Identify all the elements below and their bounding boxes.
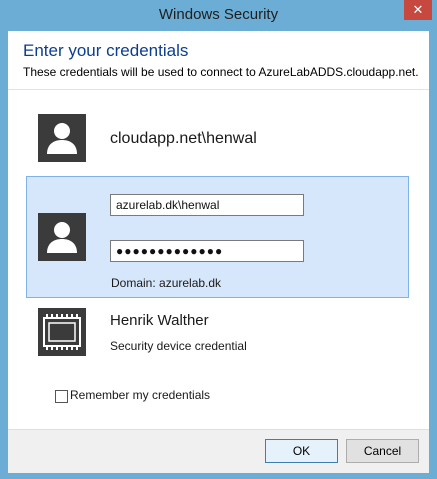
selected-credential-tile[interactable]: azurelab.dk\henwal ●●●●●●●●●●●●● Domain:… [26, 176, 409, 298]
cancel-button[interactable]: Cancel [346, 439, 419, 463]
page-title: Enter your credentials [23, 41, 189, 60]
security-dialog: Windows Security ✕ Enter your credential… [0, 0, 437, 479]
header-divider [8, 89, 429, 90]
page-subtitle: These credentials will be used to connec… [23, 65, 419, 79]
window-title: Windows Security [158, 6, 279, 23]
title-bar[interactable]: Windows Security ✕ [0, 0, 437, 30]
smartcard-name: Henrik Walther [110, 312, 209, 329]
close-icon: ✕ [412, 2, 424, 17]
user-avatar-icon [38, 114, 86, 162]
user-avatar-icon [38, 213, 86, 261]
password-field[interactable]: ●●●●●●●●●●●●● [110, 240, 304, 262]
dialog-body: Enter your credentials These credentials… [8, 31, 429, 473]
close-button[interactable]: ✕ [404, 0, 432, 20]
domain-label: Domain: azurelab.dk [111, 276, 222, 290]
ok-button[interactable]: OK [265, 439, 338, 463]
smartcard-icon [38, 308, 86, 356]
button-bar: OK Cancel [8, 429, 429, 473]
smartcard-subtitle: Security device credential [110, 339, 247, 353]
remember-checkbox[interactable] [55, 390, 68, 403]
account-name: cloudapp.net\henwal [110, 130, 257, 147]
username-field[interactable]: azurelab.dk\henwal [110, 194, 304, 216]
remember-label: Remember my credentials [70, 388, 211, 402]
